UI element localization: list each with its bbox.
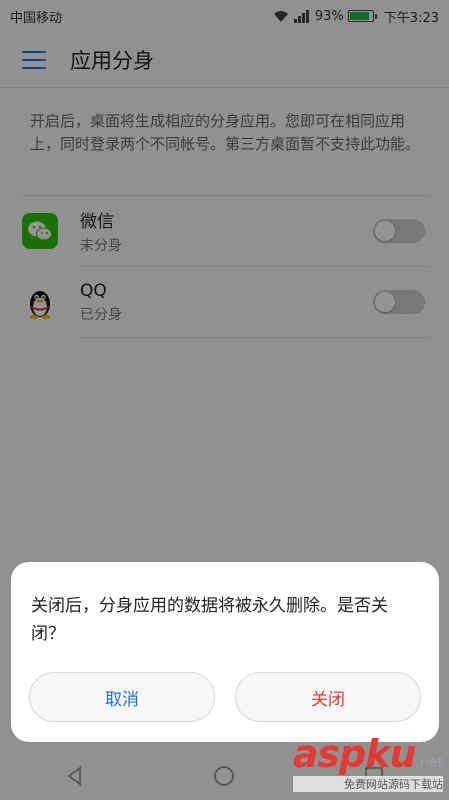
watermark-subtext: 免费网站源码下载站: [292, 776, 443, 792]
cancel-button[interactable]: 取消: [29, 672, 215, 722]
watermark-domain: .net: [415, 755, 443, 771]
dialog-buttons: 取消 关闭: [29, 672, 421, 722]
site-watermark: aspku.net 免费网站源码下载站: [292, 732, 443, 792]
confirm-dialog: 关闭后，分身应用的数据将被永久删除。是否关闭？ 取消 关闭: [11, 562, 439, 742]
close-clone-button[interactable]: 关闭: [235, 672, 421, 722]
watermark-logo: aspku: [292, 732, 417, 776]
dialog-message: 关闭后，分身应用的数据将被永久删除。是否关闭？: [31, 596, 388, 644]
